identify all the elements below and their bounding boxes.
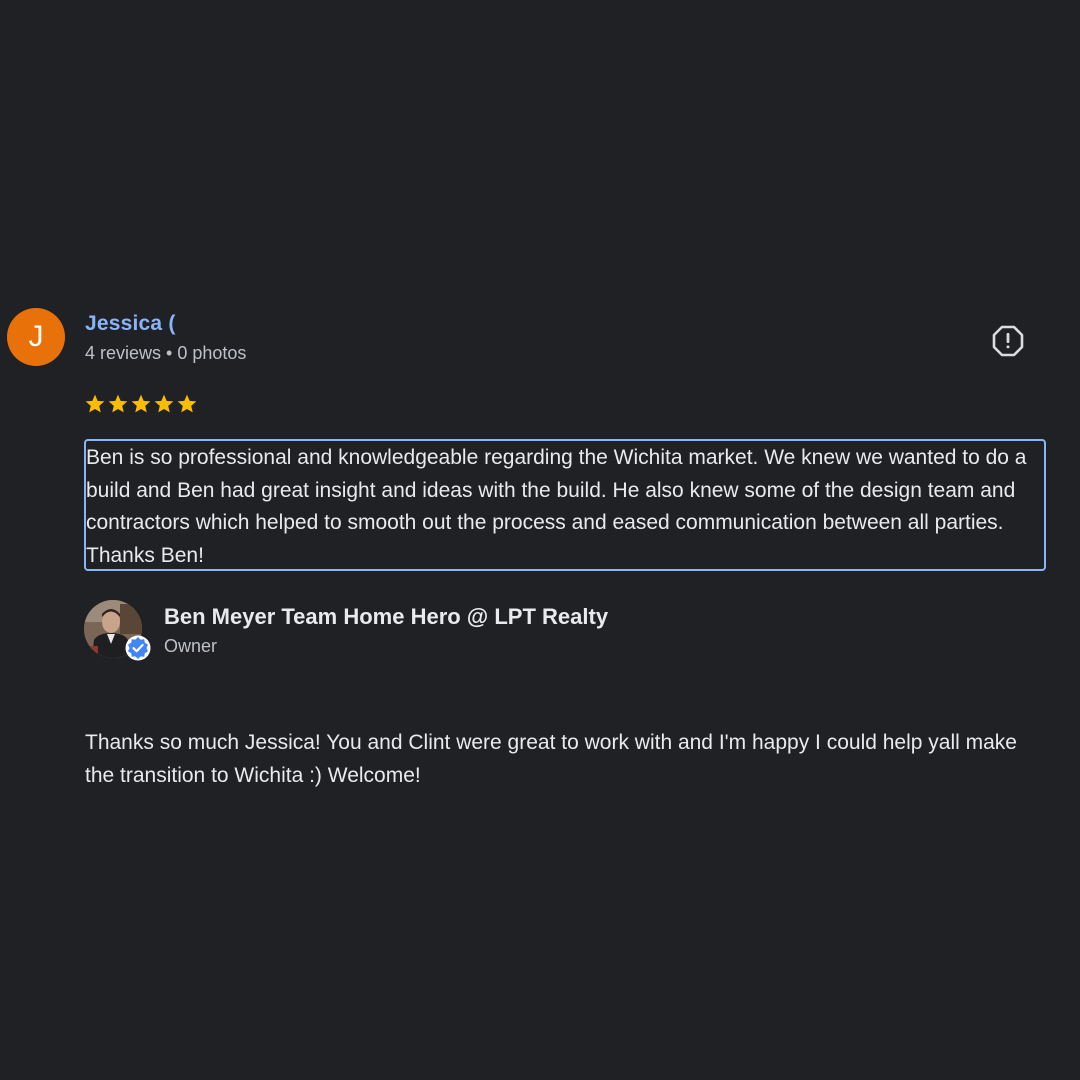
reviewer-name-link[interactable]: Jessica (: [85, 312, 176, 336]
reviewer-meta: 4 reviews • 0 photos: [85, 343, 247, 363]
report-review-button[interactable]: [990, 323, 1026, 359]
review-card: J Jessica ( 4 reviews • 0 photos Ben is …: [0, 0, 1080, 1080]
verified-check-icon: [125, 635, 151, 661]
owner-name: Ben Meyer Team Home Hero @ LPT Realty: [164, 604, 609, 629]
review-text-content: Ben is so professional and knowledgeable…: [86, 446, 1027, 567]
star-icon: [108, 394, 128, 413]
reviewer-initial: J: [28, 320, 44, 353]
owner-reply-text: Thanks so much Jessica! You and Clint we…: [85, 731, 1017, 787]
reviewer-avatar[interactable]: J: [7, 308, 65, 366]
review-text: Ben is so professional and knowledgeable…: [84, 439, 1046, 571]
star-icon: [85, 394, 105, 413]
star-icon: [131, 394, 151, 413]
star-rating: [84, 393, 198, 415]
star-icon: [177, 394, 197, 413]
report-flag-icon: [992, 325, 1024, 357]
owner-role: Owner: [164, 636, 218, 656]
star-icon: [154, 394, 174, 413]
